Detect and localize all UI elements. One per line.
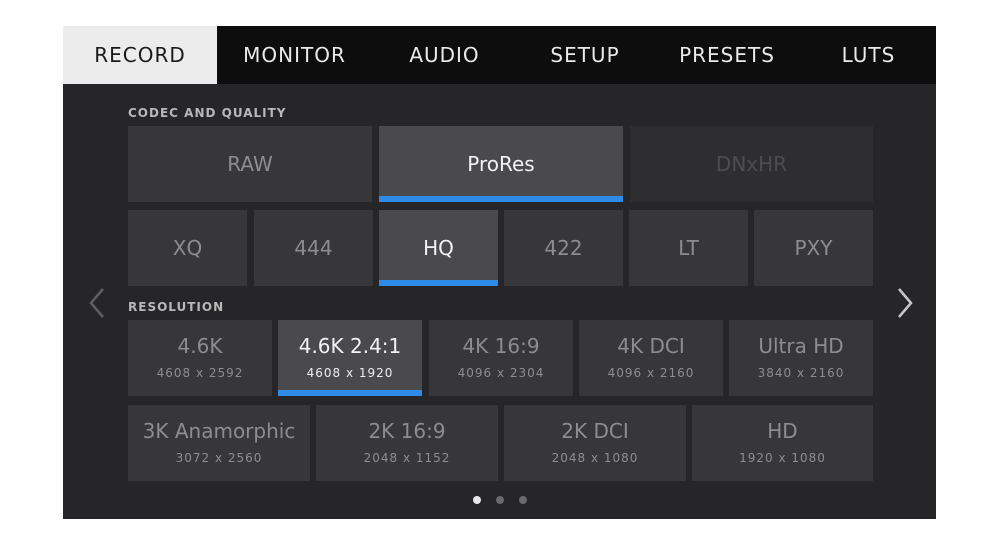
resolution-dims: 4608 x 1920 (306, 366, 394, 380)
tab-presets[interactable]: PRESETS (653, 26, 801, 84)
quality-label: LT (678, 236, 699, 260)
codec-label: ProRes (467, 152, 535, 176)
resolution-2k-16-9-button[interactable]: 2K 16:9 2048 x 1152 (316, 405, 498, 481)
resolution-label: 2K DCI (561, 419, 629, 443)
resolution-label: 4.6K 2.4:1 (298, 334, 402, 358)
quality-pxy-button[interactable]: PXY (754, 210, 873, 286)
quality-label: PXY (794, 236, 833, 260)
resolution-4-6k-button[interactable]: 4.6K 4608 x 2592 (128, 320, 272, 396)
quality-hq-button[interactable]: HQ (379, 210, 498, 286)
camera-screen: RECORD MONITOR AUDIO SETUP PRESETS LUTS … (63, 26, 936, 519)
tab-record[interactable]: RECORD (63, 26, 217, 84)
resolution-dims: 2048 x 1080 (551, 451, 639, 465)
codec-label: DNxHR (715, 152, 788, 176)
resolution-dims: 4096 x 2304 (457, 366, 545, 380)
quality-label: HQ (423, 236, 454, 260)
selection-indicator (278, 390, 422, 396)
tab-luts[interactable]: LUTS (801, 26, 936, 84)
resolution-label: HD (767, 419, 798, 443)
resolution-dims: 3840 x 2160 (757, 366, 845, 380)
chevron-left-icon[interactable] (87, 285, 107, 321)
codec-label: RAW (227, 152, 273, 176)
quality-label: 422 (544, 236, 583, 260)
selection-indicator (379, 280, 498, 286)
resolution-3k-anamorphic-button[interactable]: 3K Anamorphic 3072 x 2560 (128, 405, 310, 481)
tab-setup[interactable]: SETUP (517, 26, 653, 84)
resolution-dims: 4096 x 2160 (607, 366, 695, 380)
tab-monitor[interactable]: MONITOR (217, 26, 372, 84)
resolution-dims: 3072 x 2560 (175, 451, 263, 465)
resolution-label: 2K 16:9 (368, 419, 446, 443)
resolution-label: 4K 16:9 (462, 334, 540, 358)
codec-dnxhr-button: DNxHR (630, 126, 873, 202)
quality-xq-button[interactable]: XQ (128, 210, 247, 286)
codec-prores-button[interactable]: ProRes (379, 126, 623, 202)
quality-lt-button[interactable]: LT (629, 210, 748, 286)
resolution-2k-dci-button[interactable]: 2K DCI 2048 x 1080 (504, 405, 686, 481)
selection-indicator (379, 196, 623, 202)
quality-label: 444 (294, 236, 333, 260)
resolution-dims: 2048 x 1152 (363, 451, 451, 465)
resolution-label: 4.6K (177, 334, 223, 358)
resolution-4-6k-2-4-1-button[interactable]: 4.6K 2.4:1 4608 x 1920 (278, 320, 422, 396)
quality-label: XQ (172, 236, 203, 260)
tab-bar: RECORD MONITOR AUDIO SETUP PRESETS LUTS (63, 26, 936, 84)
quality-422-button[interactable]: 422 (504, 210, 623, 286)
page-dot-1[interactable] (473, 496, 481, 504)
quality-444-button[interactable]: 444 (254, 210, 373, 286)
resolution-dims: 4608 x 2592 (156, 366, 244, 380)
resolution-4k-dci-button[interactable]: 4K DCI 4096 x 2160 (579, 320, 723, 396)
tab-audio[interactable]: AUDIO (372, 26, 517, 84)
resolution-ultra-hd-button[interactable]: Ultra HD 3840 x 2160 (729, 320, 873, 396)
chevron-right-icon[interactable] (895, 285, 915, 321)
resolution-section-label: RESOLUTION (128, 300, 225, 314)
resolution-label: 3K Anamorphic (142, 419, 296, 443)
page-dot-2[interactable] (496, 496, 504, 504)
resolution-label: 4K DCI (617, 334, 685, 358)
resolution-hd-button[interactable]: HD 1920 x 1080 (692, 405, 873, 481)
codec-section-label: CODEC AND QUALITY (128, 106, 287, 120)
codec-raw-button[interactable]: RAW (128, 126, 372, 202)
resolution-label: Ultra HD (758, 334, 844, 358)
resolution-dims: 1920 x 1080 (739, 451, 826, 465)
resolution-4k-16-9-button[interactable]: 4K 16:9 4096 x 2304 (429, 320, 573, 396)
page-dot-3[interactable] (519, 496, 527, 504)
